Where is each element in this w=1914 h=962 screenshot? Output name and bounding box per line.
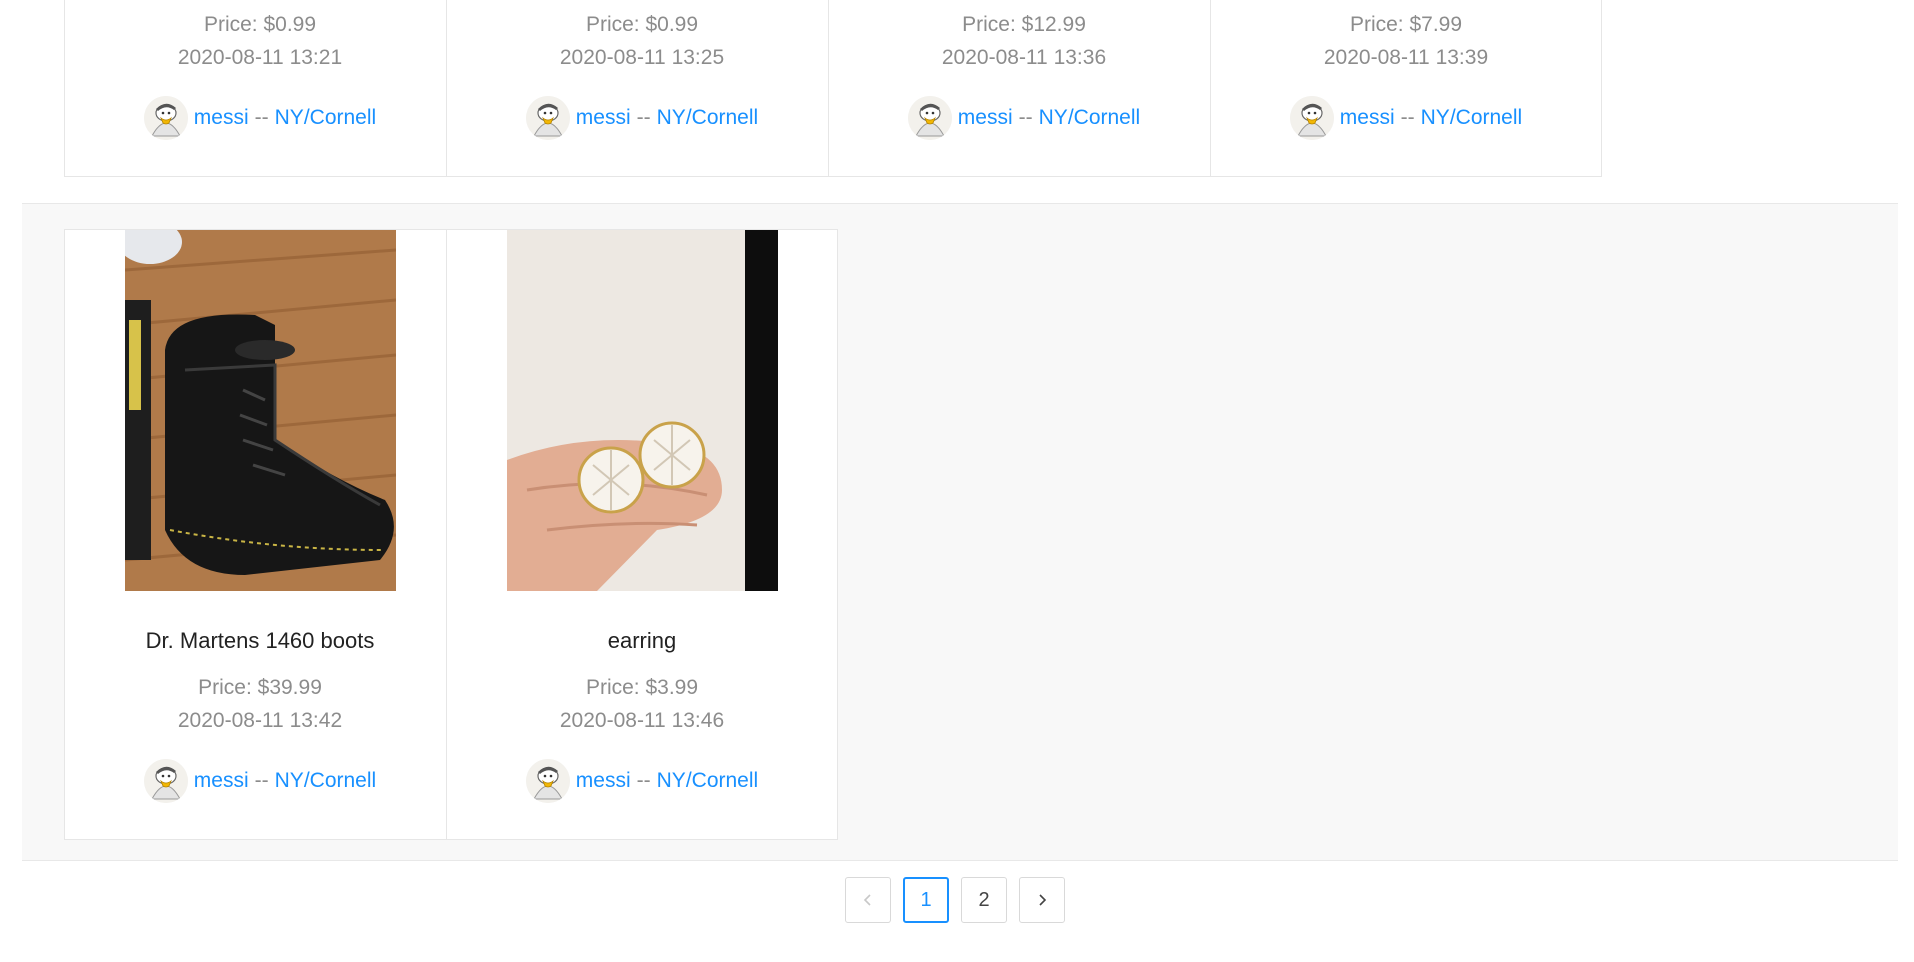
item-title[interactable]: Dr. Martens 1460 boots	[65, 628, 455, 654]
separator: --	[1018, 106, 1033, 129]
seller-name-link[interactable]: messi	[958, 106, 1013, 130]
item-price: Price: $12.99	[962, 13, 1086, 36]
seller-name-link[interactable]: messi	[194, 106, 249, 130]
chevron-left-icon	[863, 894, 871, 906]
item-price: Price: $0.99	[585, 13, 699, 36]
seller-location-link[interactable]: NY/Cornell	[657, 769, 759, 793]
seller-name-link[interactable]: messi	[194, 769, 249, 793]
seller-info: messi -- NY/Cornell	[65, 759, 455, 803]
separator: --	[1400, 106, 1415, 129]
seller-name-link[interactable]: messi	[1340, 106, 1395, 130]
chevron-right-icon	[1039, 894, 1047, 906]
listing-card[interactable]: Price: $0.99 2020-08-11 13:21 messi -- N…	[64, 0, 456, 177]
pagination: 1 2	[845, 877, 1065, 923]
separator: --	[254, 769, 269, 792]
seller-location-link[interactable]: NY/Cornell	[1039, 106, 1141, 130]
page-2-button[interactable]: 2	[961, 877, 1007, 923]
item-title[interactable]: earring	[447, 628, 837, 654]
item-date: 2020-08-11 13:25	[559, 46, 725, 69]
item-price: Price: $39.99	[198, 676, 322, 699]
item-date: 2020-08-11 13:36	[941, 46, 1107, 69]
seller-info: messi -- NY/Cornell	[447, 96, 837, 140]
listing-card[interactable]: Price: $7.99 2020-08-11 13:39 messi -- N…	[1210, 0, 1602, 177]
avatar[interactable]	[143, 759, 188, 803]
avatar[interactable]	[907, 96, 952, 140]
item-price: Price: $0.99	[203, 13, 317, 36]
item-image-boots[interactable]	[125, 230, 396, 591]
avatar[interactable]	[525, 96, 570, 140]
listing-card[interactable]: Price: $0.99 2020-08-11 13:25 messi -- N…	[446, 0, 838, 177]
seller-location-link[interactable]: NY/Cornell	[275, 106, 377, 130]
item-date: 2020-08-11 13:42	[177, 709, 343, 732]
seller-info: messi -- NY/Cornell	[1211, 96, 1601, 140]
separator: --	[254, 106, 269, 129]
item-date: 2020-08-11 13:46	[559, 709, 725, 732]
item-image-earring[interactable]	[507, 230, 778, 591]
seller-info: messi -- NY/Cornell	[447, 759, 837, 803]
item-date: 2020-08-11 13:21	[177, 46, 343, 69]
item-price: Price: $7.99	[1349, 13, 1463, 36]
seller-location-link[interactable]: NY/Cornell	[1421, 106, 1523, 130]
listing-card[interactable]: Dr. Martens 1460 boots Price: $39.99 202…	[64, 229, 456, 840]
seller-location-link[interactable]: NY/Cornell	[275, 769, 377, 793]
avatar[interactable]	[143, 96, 188, 140]
separator: --	[636, 769, 651, 792]
listing-row-top: Price: $0.99 2020-08-11 13:21 messi -- N…	[22, 0, 1898, 204]
seller-name-link[interactable]: messi	[576, 106, 631, 130]
page-1-button[interactable]: 1	[903, 877, 949, 923]
item-date: 2020-08-11 13:39	[1323, 46, 1489, 69]
avatar[interactable]	[1289, 96, 1334, 140]
seller-info: messi -- NY/Cornell	[65, 96, 455, 140]
prev-page-button[interactable]	[845, 877, 891, 923]
avatar[interactable]	[525, 759, 570, 803]
listing-card[interactable]: earring Price: $3.99 2020-08-11 13:46 me…	[446, 229, 838, 840]
listing-row-bottom: Dr. Martens 1460 boots Price: $39.99 202…	[22, 204, 1898, 861]
next-page-button[interactable]	[1019, 877, 1065, 923]
separator: --	[636, 106, 651, 129]
seller-info: messi -- NY/Cornell	[829, 96, 1219, 140]
seller-name-link[interactable]: messi	[576, 769, 631, 793]
listing-card[interactable]: Price: $12.99 2020-08-11 13:36 messi -- …	[828, 0, 1220, 177]
seller-location-link[interactable]: NY/Cornell	[657, 106, 759, 130]
item-price: Price: $3.99	[585, 676, 699, 699]
